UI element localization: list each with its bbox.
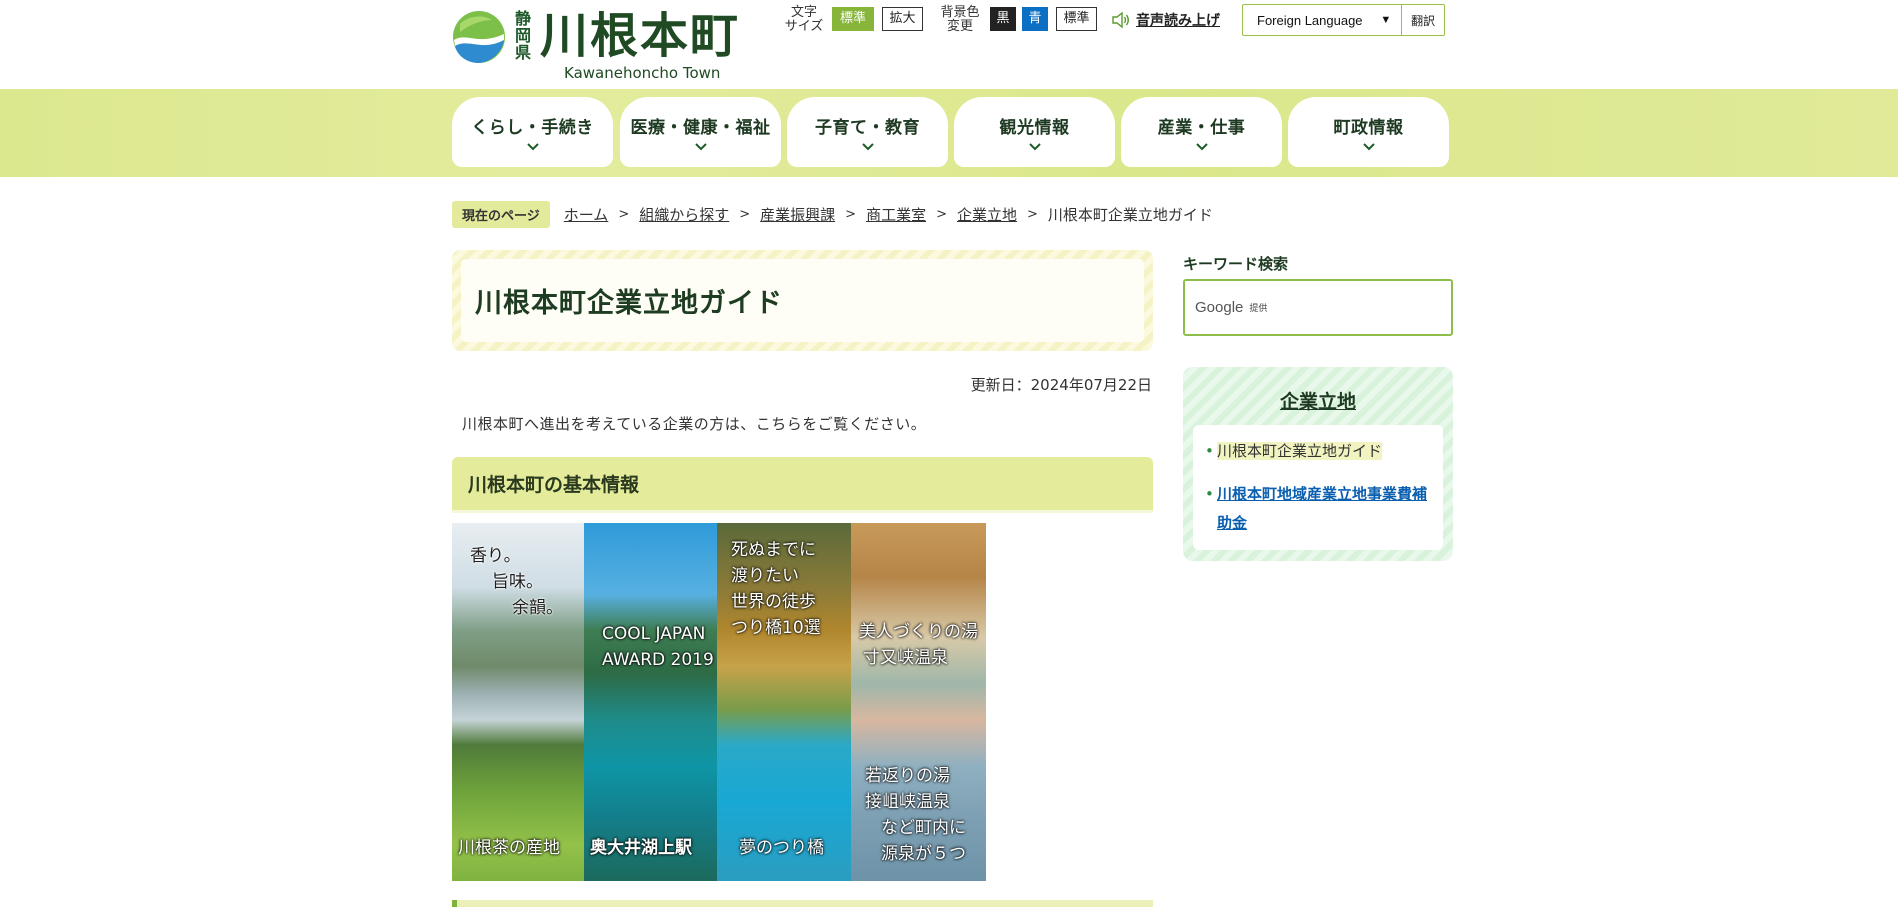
town-emblem-icon <box>453 11 505 63</box>
site-logo[interactable]: 静 岡 県 川根本町 Kawanehoncho Town <box>452 6 752 84</box>
speaker-icon <box>1112 12 1129 28</box>
breadcrumb-current: 川根本町企業立地ガイド <box>1047 205 1213 224</box>
updated-date: 更新日：2024年07月22日 <box>970 376 1152 394</box>
bg-standard-button[interactable]: 標準 <box>1056 7 1097 31</box>
breadcrumb-organization[interactable]: 組織から探す <box>639 204 729 225</box>
google-logo: Google <box>1195 299 1244 316</box>
nav-item-industry[interactable]: 産業・仕事 <box>1121 97 1282 167</box>
town-info-image: 香り。 旨味。 余韻。 川根茶の産地 COOL JAPAN AWARD 2019… <box>452 523 986 881</box>
section-heading: 川根本町の基本情報 <box>452 457 1153 513</box>
lake-station-panel: COOL JAPAN AWARD 2019 奥大井湖上駅 <box>584 523 717 881</box>
chevron-down-icon <box>1028 143 1041 151</box>
chevron-down-icon <box>694 143 707 151</box>
site-header: 静 岡 県 川根本町 Kawanehoncho Town 文字 サイズ 標準 拡… <box>0 0 1898 89</box>
next-section-heading <box>452 900 1153 907</box>
nav-item-government[interactable]: 町政情報 <box>1288 97 1449 167</box>
tea-field-panel: 香り。 旨味。 余韻。 川根茶の産地 <box>452 523 584 881</box>
bg-color-label: 背景色 変更 <box>940 5 980 34</box>
chevron-right-icon: > <box>739 206 751 222</box>
page-title-box: 川根本町企業立地ガイド <box>452 250 1153 351</box>
logo-town-name: 川根本町 <box>540 8 741 64</box>
keyword-search-input[interactable]: Google 提供 <box>1183 279 1453 336</box>
language-selector: Foreign Language ▼ 翻訳 <box>1242 4 1445 36</box>
chevron-right-icon: > <box>1027 206 1038 222</box>
chevron-right-icon: > <box>936 206 947 222</box>
translate-button[interactable]: 翻訳 <box>1402 12 1444 29</box>
chevron-down-icon <box>526 143 539 151</box>
nav-item-tourism[interactable]: 観光情報 <box>954 97 1115 167</box>
side-menu-title[interactable]: 企業立地 <box>1183 387 1453 414</box>
side-menu: 企業立地 川根本町企業立地ガイド 川根本町地域産業立地事業費補助金 <box>1183 367 1453 561</box>
breadcrumb-industry-dept[interactable]: 産業振興課 <box>760 204 835 225</box>
side-menu-item-guide: 川根本町企業立地ガイド <box>1205 437 1433 466</box>
dropdown-caret-icon: ▼ <box>1380 14 1392 26</box>
chevron-right-icon: > <box>618 206 630 222</box>
global-nav: くらし・手続き 医療・健康・福祉 子育て・教育 観光情報 産業・仕事 町政情報 <box>0 89 1898 177</box>
breadcrumb-commerce-office[interactable]: 商工業室 <box>866 204 926 225</box>
foreign-language-select[interactable]: Foreign Language ▼ <box>1243 5 1403 35</box>
logo-prefecture: 静 岡 県 <box>514 9 531 62</box>
nav-item-health[interactable]: 医療・健康・福祉 <box>620 97 781 167</box>
chevron-down-icon <box>1362 143 1375 151</box>
voice-reader-button[interactable]: 音声読み上げ <box>1112 9 1220 31</box>
breadcrumb-business-location[interactable]: 企業立地 <box>957 204 1017 225</box>
font-size-label: 文字 サイズ <box>784 5 824 34</box>
side-menu-item-subsidy[interactable]: 川根本町地域産業立地事業費補助金 <box>1205 480 1433 538</box>
page-title: 川根本町企業立地ガイド <box>475 288 783 319</box>
intro-text: 川根本町へ進出を考えている企業の方は、こちらをご覧ください。 <box>462 415 927 433</box>
chevron-down-icon <box>861 143 874 151</box>
chevron-right-icon: > <box>845 206 857 222</box>
hot-spring-panel: 美人づくりの湯 寸又峡温泉 若返りの湯 接岨峡温泉 など町内に 源泉が５つ <box>851 523 986 881</box>
breadcrumb: 現在のページ ホーム > 組織から探す > 産業振興課 > 商工業室 > 企業立… <box>452 200 1213 228</box>
section-heading-text: 川根本町の基本情報 <box>468 474 640 496</box>
side-menu-list: 川根本町企業立地ガイド 川根本町地域産業立地事業費補助金 <box>1193 425 1443 550</box>
keyword-search-label: キーワード検索 <box>1183 255 1289 273</box>
bg-blue-button[interactable]: 青 <box>1022 7 1048 31</box>
nav-item-education[interactable]: 子育て・教育 <box>787 97 948 167</box>
voice-reader-label: 音声読み上げ <box>1136 13 1220 29</box>
breadcrumb-badge: 現在のページ <box>452 200 550 228</box>
nav-item-living[interactable]: くらし・手続き <box>452 97 613 167</box>
font-size-standard-button[interactable]: 標準 <box>832 7 874 31</box>
search-provided-label: 提供 <box>1249 304 1268 314</box>
font-size-large-button[interactable]: 拡大 <box>882 7 923 31</box>
bg-black-button[interactable]: 黒 <box>990 7 1016 31</box>
chevron-down-icon <box>1195 143 1208 151</box>
logo-english-name: Kawanehoncho Town <box>564 64 721 82</box>
suspension-bridge-panel: 死ぬまでに 渡りたい 世界の徒歩 つり橋10選 夢のつり橋 <box>717 523 851 881</box>
breadcrumb-home[interactable]: ホーム <box>564 204 609 225</box>
